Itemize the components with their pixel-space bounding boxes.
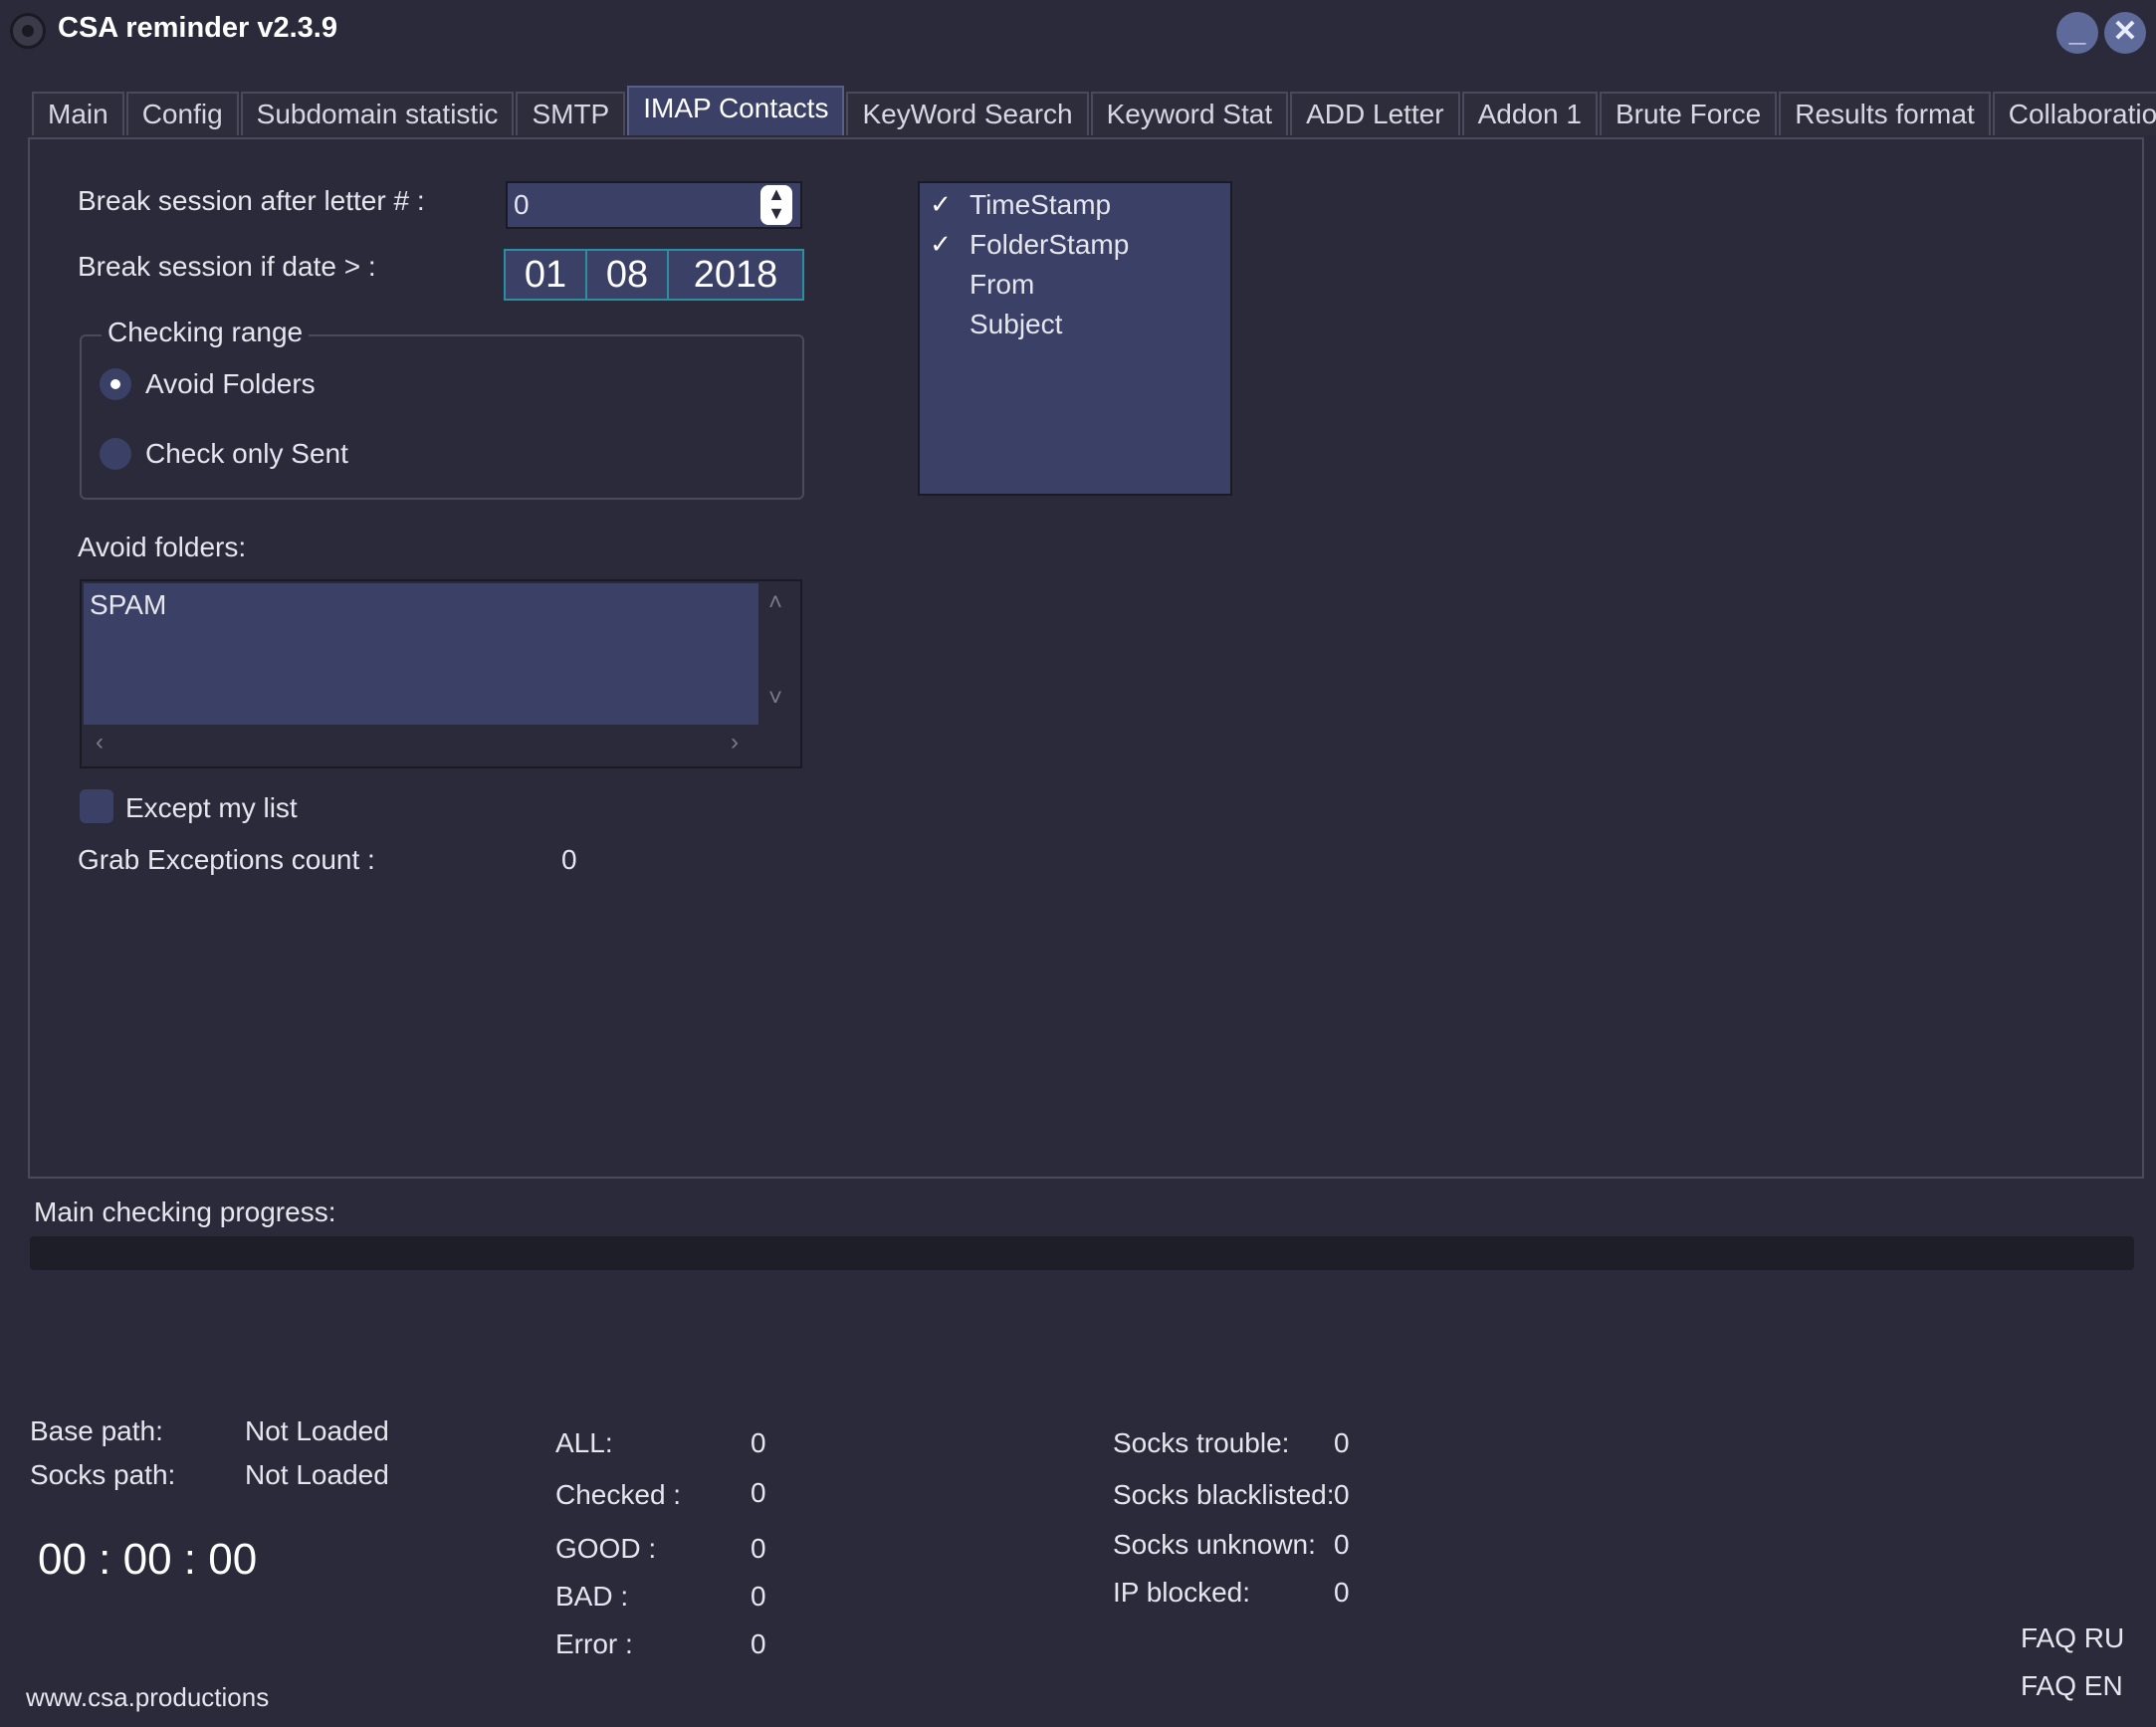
socks-path-label: Socks path:: [30, 1459, 176, 1490]
error-label: Error :: [555, 1628, 633, 1659]
socks-unknown-label: Socks unknown:: [1113, 1529, 1316, 1560]
timestamp-label[interactable]: TimeStamp: [970, 189, 1111, 221]
main-progress-bar: [30, 1236, 2134, 1270]
break-date-label: Break session if date > :: [78, 251, 376, 282]
grab-exceptions-label: Grab Exceptions count :: [78, 844, 375, 875]
app-logo-icon: [10, 13, 46, 49]
progress-label: Main checking progress:: [34, 1196, 336, 1227]
tab-subdomain-statistic[interactable]: Subdomain statistic: [240, 92, 515, 135]
avoid-folders-radio[interactable]: [100, 368, 131, 400]
tab-bar: Main Config Subdomain statistic SMTP IMA…: [32, 86, 2156, 137]
except-my-list-label[interactable]: Except my list: [125, 792, 298, 824]
checked-value: 0: [751, 1477, 766, 1508]
socks-unknown-value: 0: [1334, 1529, 1350, 1560]
from-label[interactable]: From: [970, 269, 1034, 301]
ip-blocked-label: IP blocked:: [1113, 1577, 1251, 1608]
tab-collaboration[interactable]: Collaboration: [1992, 92, 2156, 135]
error-value: 0: [751, 1628, 766, 1659]
good-value: 0: [751, 1533, 766, 1564]
grab-exceptions-value: 0: [561, 844, 577, 875]
tab-addon-1[interactable]: Addon 1: [1461, 92, 1598, 135]
date-day-field[interactable]: 01: [504, 249, 587, 301]
folderstamp-checkbox[interactable]: ✓: [924, 227, 958, 261]
faq-ru-link[interactable]: FAQ RU: [2021, 1622, 2124, 1654]
scroll-left-icon[interactable]: ‹: [96, 729, 104, 756]
scroll-up-icon[interactable]: ˄: [768, 589, 782, 617]
scroll-right-icon[interactable]: ›: [731, 729, 739, 756]
folderstamp-label[interactable]: FolderStamp: [970, 229, 1129, 261]
date-month-field[interactable]: 08: [585, 249, 669, 301]
tab-keyword-stat[interactable]: Keyword Stat: [1090, 92, 1289, 135]
avoid-folders-option-label[interactable]: Avoid Folders: [145, 368, 316, 400]
minimize-button[interactable]: _: [2056, 12, 2098, 54]
close-button[interactable]: ✕: [2104, 12, 2146, 54]
check-only-sent-radio[interactable]: [100, 438, 131, 470]
tab-keyword-search[interactable]: KeyWord Search: [846, 92, 1089, 135]
base-path-value: Not Loaded: [245, 1415, 389, 1446]
socks-trouble-label: Socks trouble:: [1113, 1427, 1290, 1458]
textarea-content[interactable]: SPAM: [84, 583, 758, 725]
break-letter-value: 0: [514, 189, 530, 220]
base-path-label: Base path:: [30, 1415, 163, 1446]
faq-en-link[interactable]: FAQ EN: [2021, 1670, 2123, 1702]
tab-results-format[interactable]: Results format: [1779, 92, 1991, 135]
all-value: 0: [751, 1427, 766, 1458]
check-only-sent-option-label[interactable]: Check only Sent: [145, 438, 348, 470]
break-letter-label: Break session after letter # :: [78, 185, 425, 216]
tab-imap-contacts[interactable]: IMAP Contacts: [627, 86, 845, 135]
socks-blacklisted-value: 0: [1334, 1479, 1350, 1510]
tab-main[interactable]: Main: [32, 92, 124, 135]
website-link[interactable]: www.csa.productions: [26, 1682, 269, 1713]
ip-blocked-value: 0: [1334, 1577, 1350, 1608]
tab-smtp[interactable]: SMTP: [516, 92, 626, 135]
bad-label: BAD :: [555, 1581, 629, 1612]
socks-trouble-value: 0: [1334, 1427, 1350, 1458]
good-label: GOOD :: [555, 1533, 657, 1564]
tab-add-letter[interactable]: ADD Letter: [1290, 92, 1460, 135]
bad-value: 0: [751, 1581, 766, 1612]
tab-config[interactable]: Config: [125, 92, 239, 135]
date-year-field[interactable]: 2018: [667, 249, 804, 301]
subject-label[interactable]: Subject: [970, 309, 1062, 340]
avoid-folders-text: SPAM: [90, 589, 167, 620]
window-title: CSA reminder v2.3.9: [58, 12, 337, 44]
except-my-list-checkbox[interactable]: [80, 789, 113, 823]
tab-brute-force[interactable]: Brute Force: [1599, 92, 1778, 135]
timestamp-checkbox[interactable]: ✓: [924, 187, 958, 221]
avoid-folders-label: Avoid folders:: [78, 532, 247, 562]
from-checkbox[interactable]: [924, 267, 958, 301]
subject-checkbox[interactable]: [924, 307, 958, 340]
checked-label: Checked :: [555, 1479, 682, 1510]
checking-range-title: Checking range: [102, 317, 310, 348]
all-label: ALL:: [555, 1427, 613, 1458]
spinner-arrows-icon[interactable]: ▲ ▼: [760, 185, 792, 225]
scroll-down-icon[interactable]: ˅: [768, 685, 782, 713]
socks-blacklisted-label: Socks blacklisted:: [1113, 1479, 1335, 1510]
elapsed-timer: 00 : 00 : 00: [38, 1535, 258, 1584]
avoid-folders-textarea[interactable]: SPAM ˄ ˅ ‹ ›: [80, 579, 802, 768]
checking-range-group: [80, 334, 804, 500]
break-letter-spinner[interactable]: 0 ▲ ▼: [506, 181, 802, 229]
socks-path-value: Not Loaded: [245, 1459, 389, 1490]
